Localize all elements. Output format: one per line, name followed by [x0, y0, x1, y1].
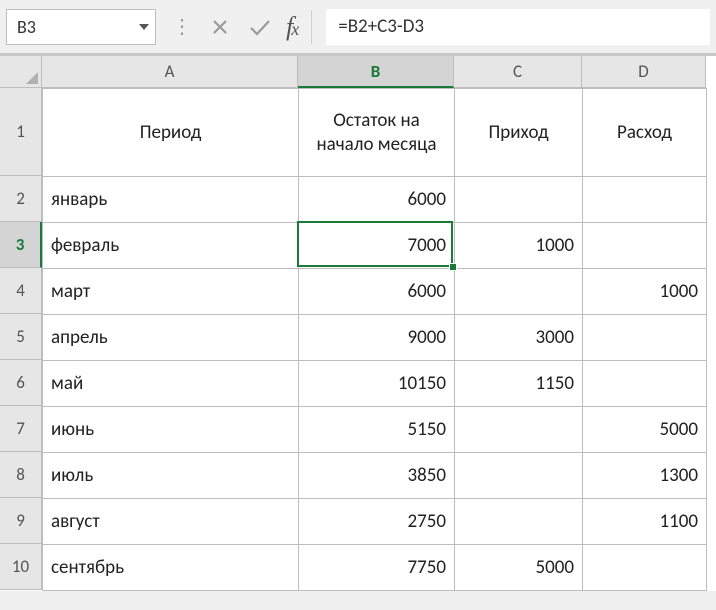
row-header-3[interactable]: 3 [0, 222, 42, 268]
name-box-value: B3 [17, 16, 36, 38]
cell-D2[interactable] [583, 177, 707, 223]
cell-A6[interactable]: май [43, 361, 299, 407]
cell-C8[interactable] [455, 453, 583, 499]
row-header-5[interactable]: 5 [0, 314, 42, 360]
fill-handle[interactable] [449, 263, 457, 271]
spreadsheet-grid: 12345678910 ABCD ПериодОстаток на начало… [0, 56, 716, 591]
cell-B3[interactable]: 7000 [299, 223, 455, 269]
cell-D10[interactable] [583, 545, 707, 591]
cell-A7[interactable]: июнь [43, 407, 299, 453]
row-header-4[interactable]: 4 [0, 268, 42, 314]
name-box-dropdown-icon[interactable] [139, 24, 149, 30]
cells-area[interactable]: ПериодОстаток на начало месяцаПриходРасх… [42, 88, 707, 591]
cell-D4[interactable]: 1000 [583, 269, 707, 315]
cell-A1[interactable]: Период [43, 89, 299, 177]
cell-D5[interactable] [583, 315, 707, 361]
cell-B5[interactable]: 9000 [299, 315, 455, 361]
row-headers: 12345678910 [0, 88, 42, 590]
fx-icon[interactable]: fx [280, 12, 305, 42]
cell-B7[interactable]: 5150 [299, 407, 455, 453]
cell-A4[interactable]: март [43, 269, 299, 315]
cell-B4[interactable]: 6000 [299, 269, 455, 315]
separator [311, 10, 312, 44]
col-headers: ABCD [42, 56, 707, 88]
name-box[interactable]: B3 [6, 9, 156, 45]
cell-C1[interactable]: Приход [455, 89, 583, 177]
cell-D3[interactable] [583, 223, 707, 269]
col-header-A[interactable]: A [42, 56, 298, 88]
row-header-6[interactable]: 6 [0, 360, 42, 406]
row-header-2[interactable]: 2 [0, 176, 42, 222]
cell-C5[interactable]: 3000 [455, 315, 583, 361]
cell-A3[interactable]: февраль [43, 223, 299, 269]
formula-bar: B3 ⋮ fx =B2+C3-D3 [0, 0, 716, 56]
cell-D1[interactable]: Расход [583, 89, 707, 177]
cell-C2[interactable] [455, 177, 583, 223]
cell-A5[interactable]: апрель [43, 315, 299, 361]
cell-C9[interactable] [455, 499, 583, 545]
cell-D8[interactable]: 1300 [583, 453, 707, 499]
cell-C6[interactable]: 1150 [455, 361, 583, 407]
row-header-10[interactable]: 10 [0, 544, 42, 590]
col-header-B[interactable]: B [298, 56, 454, 88]
row-header-8[interactable]: 8 [0, 452, 42, 498]
cell-A2[interactable]: январь [43, 177, 299, 223]
select-all-corner[interactable] [0, 56, 42, 88]
cell-C10[interactable]: 5000 [455, 545, 583, 591]
row-header-7[interactable]: 7 [0, 406, 42, 452]
row-header-9[interactable]: 9 [0, 498, 42, 544]
cell-C7[interactable] [455, 407, 583, 453]
cell-B9[interactable]: 2750 [299, 499, 455, 545]
cancel-icon[interactable] [200, 9, 240, 45]
row-header-1[interactable]: 1 [0, 88, 42, 176]
cell-B10[interactable]: 7750 [299, 545, 455, 591]
cell-C4[interactable] [455, 269, 583, 315]
cell-B1[interactable]: Остаток на начало месяца [299, 89, 455, 177]
cell-B2[interactable]: 6000 [299, 177, 455, 223]
col-header-C[interactable]: C [454, 56, 582, 88]
enter-icon[interactable] [240, 9, 280, 45]
cell-D9[interactable]: 1100 [583, 499, 707, 545]
formula-input[interactable]: =B2+C3-D3 [326, 9, 710, 45]
vertical-dots-icon: ⋮ [172, 14, 190, 39]
cell-B8[interactable]: 3850 [299, 453, 455, 499]
cell-A9[interactable]: август [43, 499, 299, 545]
cell-A10[interactable]: сентябрь [43, 545, 299, 591]
formula-text: =B2+C3-D3 [338, 15, 424, 38]
cell-A8[interactable]: июль [43, 453, 299, 499]
col-header-D[interactable]: D [582, 56, 706, 88]
cell-D7[interactable]: 5000 [583, 407, 707, 453]
cell-D6[interactable] [583, 361, 707, 407]
cell-B6[interactable]: 10150 [299, 361, 455, 407]
cell-C3[interactable]: 1000 [455, 223, 583, 269]
